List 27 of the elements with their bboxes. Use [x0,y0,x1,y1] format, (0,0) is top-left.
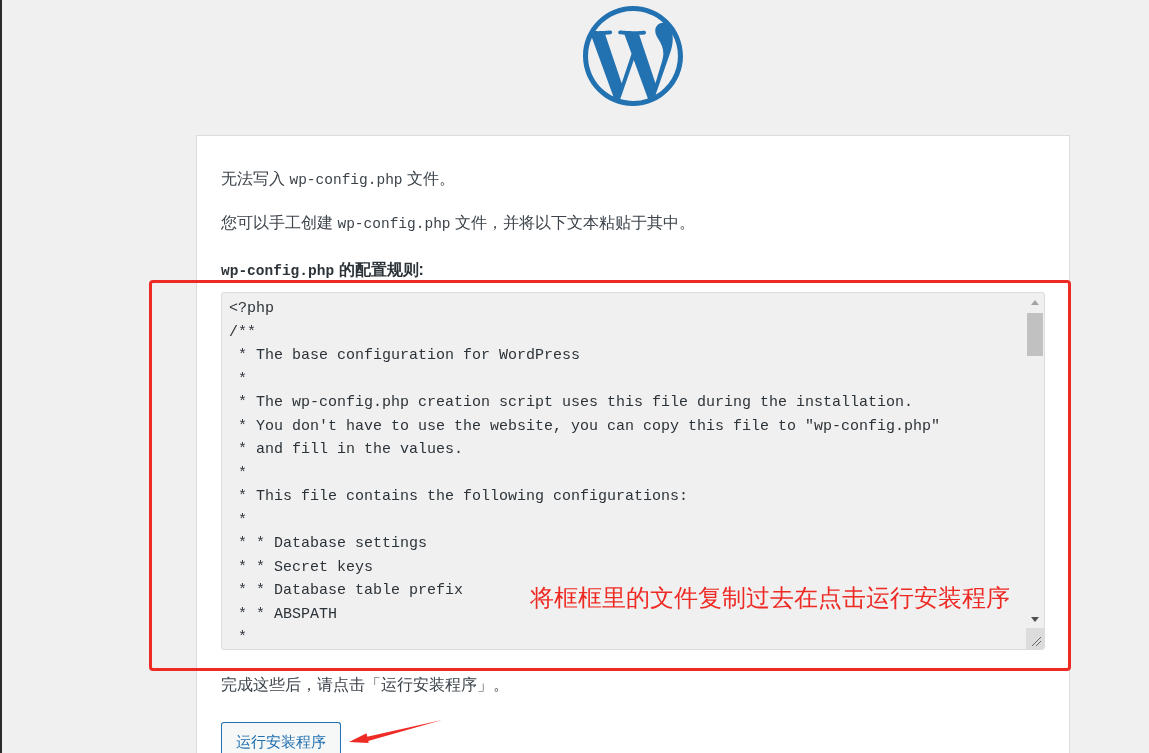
instruction-text: 完成这些后，请点击「运行安装程序」。 [221,675,509,695]
config-label: wp-config.php 的配置规则: [221,260,424,281]
code-line: * [237,628,247,648]
run-install-button[interactable]: 运行安装程序 [221,722,341,753]
code-line: /** [229,322,256,343]
code-line: * The base configuration for WordPress [237,346,581,366]
code-line: * * Database table prefix [237,581,464,601]
config-text-area[interactable] [221,292,1045,650]
message-text: 您可以手工创建 wp-config.php 文件，并将以下文本粘贴于其中。 [221,213,696,234]
logo-icon [583,6,683,106]
message-text: 无法写入 wp-config.php 文件。 [221,169,456,190]
code-line: * * Secret keys [237,557,374,578]
scrollbar-thumb[interactable] [1027,313,1043,356]
scroll-up-icon[interactable] [1031,299,1039,305]
annotation-note: 将框框里的文件复制过去在点击运行安装程序 [530,583,1010,613]
resize-handle-icon[interactable] [1026,628,1044,649]
code-line: * This file contains the following configurations: [237,487,689,507]
code-line: <?php [229,299,274,319]
code-line: * You don't have to use the website, you can copy this file to "wp-config.php" [237,416,941,437]
code-line: * [237,463,247,484]
scroll-down-icon[interactable] [1031,616,1039,622]
code-line: * * ABSPATH [237,604,338,625]
code-line: * [237,510,247,531]
code-line: * [237,369,247,390]
code-line: * * Database settings [237,534,428,554]
code-line: * The wp-config.php creation script uses this file during the installation. [237,393,914,413]
code-line: * and fill in the values. [237,440,464,460]
